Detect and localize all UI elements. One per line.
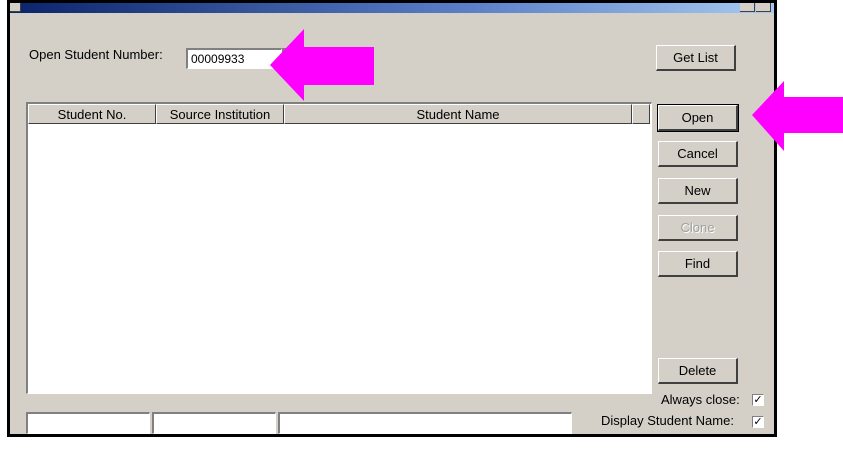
open-button[interactable]: Open xyxy=(657,104,739,132)
find-button[interactable]: Find xyxy=(658,251,738,277)
open-student-dialog: Open Student Number: Get List Student No… xyxy=(7,0,777,437)
minimize-icon[interactable] xyxy=(740,3,755,12)
clone-label: Clone xyxy=(680,220,715,235)
check-icon: ✓ xyxy=(753,394,763,406)
always-close-checkbox[interactable]: ✓ xyxy=(752,394,764,406)
new-label: New xyxy=(684,183,711,198)
title-bar xyxy=(10,3,774,13)
check-icon: ✓ xyxy=(753,416,763,428)
cancel-label: Cancel xyxy=(677,146,718,161)
get-list-button[interactable]: Get List xyxy=(656,45,736,71)
delete-label: Delete xyxy=(678,363,717,378)
annotation-arrow-left-icon xyxy=(752,81,843,151)
student-list[interactable]: Student No. Source Institution Student N… xyxy=(26,102,652,394)
status-field-student-no xyxy=(26,412,150,434)
status-field-student-name xyxy=(278,412,572,434)
open-label: Open xyxy=(681,110,714,125)
column-header-student-name[interactable]: Student Name xyxy=(284,104,632,124)
always-close-label: Always close: xyxy=(661,392,740,407)
get-list-label: Get List xyxy=(673,50,718,65)
new-button[interactable]: New xyxy=(658,178,738,204)
column-label-student-name: Student Name xyxy=(416,106,500,122)
column-label-source-institution: Source Institution xyxy=(169,106,271,122)
clone-button[interactable]: Clone xyxy=(658,215,738,241)
display-student-name-label: Display Student Name: xyxy=(601,413,734,428)
status-field-source-institution xyxy=(152,412,276,434)
close-icon[interactable] xyxy=(756,3,771,12)
cancel-button[interactable]: Cancel xyxy=(658,141,738,167)
find-label: Find xyxy=(684,256,711,271)
delete-button[interactable]: Delete xyxy=(658,358,738,384)
column-header-source-institution[interactable]: Source Institution xyxy=(156,104,284,124)
open-student-number-label: Open Student Number: xyxy=(29,47,163,62)
column-header-filler xyxy=(632,104,650,124)
column-header-student-no[interactable]: Student No. xyxy=(28,104,156,124)
open-student-number-input[interactable] xyxy=(186,48,282,69)
display-student-name-checkbox[interactable]: ✓ xyxy=(752,416,764,428)
annotation-arrow-left-icon xyxy=(270,29,374,101)
window-menu-icon[interactable] xyxy=(10,3,21,12)
column-label-student-no: Student No. xyxy=(57,106,127,122)
